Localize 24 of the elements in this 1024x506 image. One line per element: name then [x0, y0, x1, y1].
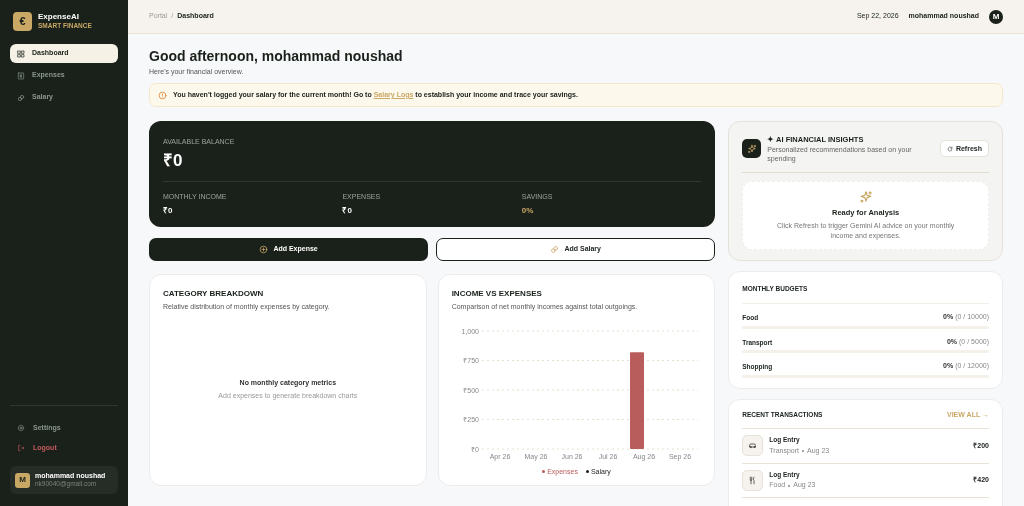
- sparkle-icon: [858, 189, 873, 204]
- card-title: CATEGORY BREAKDOWN: [163, 288, 265, 300]
- card-title: INCOME VS EXPENSES: [451, 288, 543, 300]
- coins-icon: [550, 245, 560, 254]
- car-icon: [748, 441, 758, 451]
- balance-value: ₹0: [163, 149, 184, 171]
- plus-circle-icon: [259, 245, 269, 254]
- warning-icon: [158, 90, 167, 100]
- stat-value: ₹0: [163, 205, 174, 218]
- avatar: M: [989, 9, 1003, 24]
- grid-icon: [17, 49, 25, 58]
- refresh-icon: [946, 145, 953, 152]
- stat-value: 0%: [521, 205, 535, 218]
- receipt-icon: [17, 71, 25, 80]
- coins-icon: [17, 93, 25, 102]
- settings-icon: [17, 424, 25, 432]
- sparkle-icon: [742, 139, 762, 159]
- fork-icon: [748, 475, 758, 485]
- avatar: M: [15, 472, 30, 488]
- logout-icon: [17, 444, 25, 452]
- logo-icon: €: [13, 12, 32, 31]
- brand-name: ExpenseAI: [38, 13, 80, 22]
- stat-value: ₹0: [342, 205, 353, 218]
- greeting-title: Good afternoon, mohammad noushad: [149, 48, 404, 66]
